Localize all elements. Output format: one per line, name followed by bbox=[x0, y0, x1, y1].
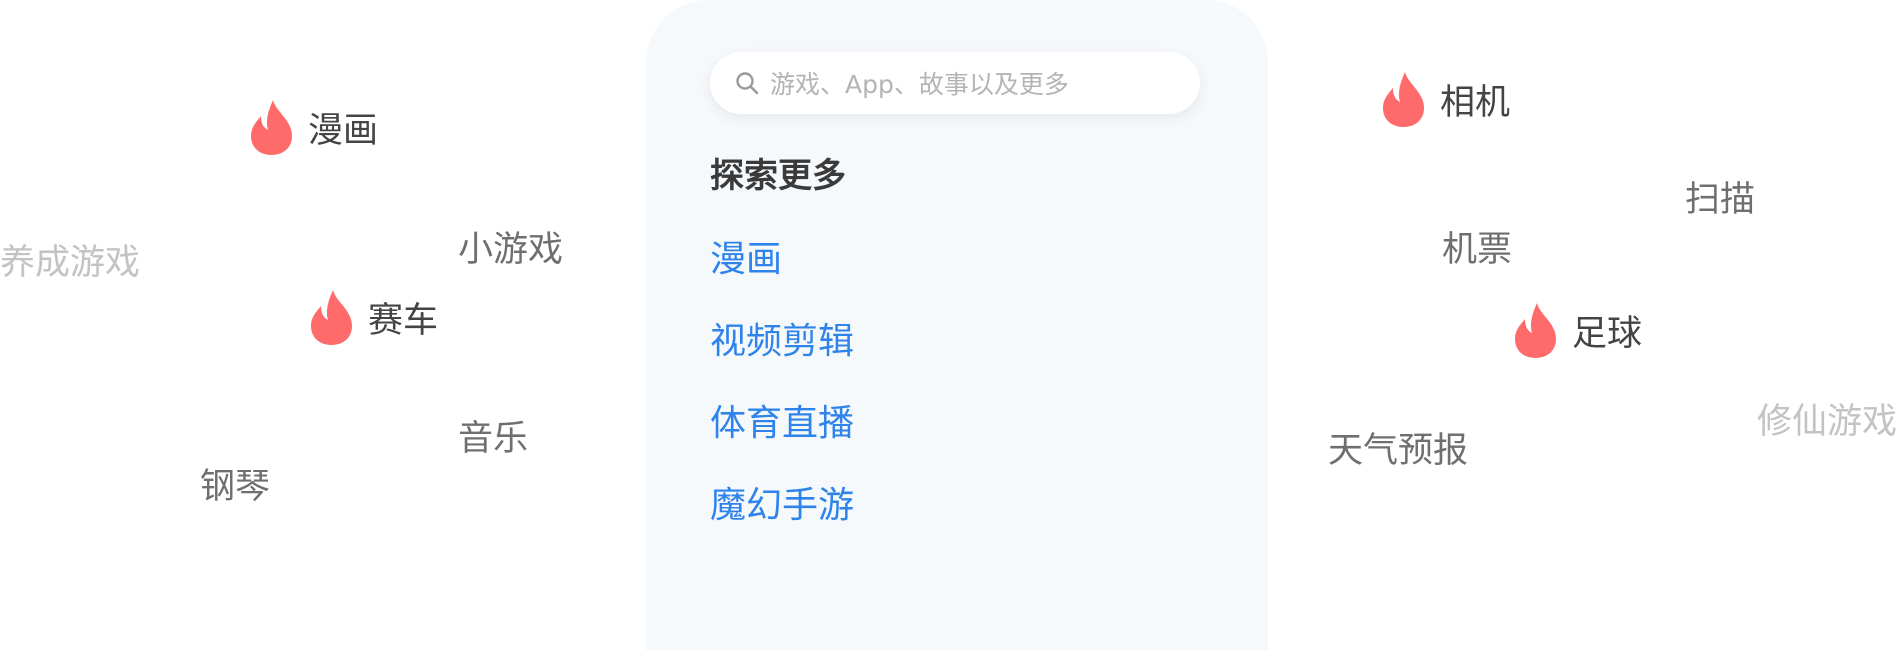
tag-label: 养成游戏 bbox=[0, 243, 141, 283]
explore-panel: 游戏、App、故事以及更多 探索更多 漫画 视频剪辑 体育直播 魔幻手游 bbox=[646, 0, 1268, 650]
tag-label: 相机 bbox=[1440, 82, 1511, 123]
tag-camera[interactable]: 相机 bbox=[1381, 70, 1510, 128]
tag-raising-games[interactable]: 养成游戏 bbox=[0, 234, 140, 285]
flame-icon bbox=[309, 288, 354, 346]
tag-label: 音乐 bbox=[458, 419, 529, 459]
explore-link-sports-live[interactable]: 体育直播 bbox=[710, 394, 854, 446]
explore-title: 探索更多 bbox=[710, 156, 846, 196]
search-placeholder: 游戏、App、故事以及更多 bbox=[770, 70, 1069, 99]
tag-label: 天气预报 bbox=[1328, 431, 1469, 471]
tag-label: 漫画 bbox=[308, 110, 379, 151]
tag-weather[interactable]: 天气预报 bbox=[1328, 422, 1468, 473]
tag-football[interactable]: 足球 bbox=[1513, 301, 1642, 359]
tag-scan[interactable]: 扫描 bbox=[1685, 171, 1755, 222]
tag-label: 赛车 bbox=[368, 300, 439, 341]
tag-label: 足球 bbox=[1572, 313, 1643, 354]
flame-icon bbox=[1513, 301, 1558, 359]
tag-piano[interactable]: 钢琴 bbox=[200, 458, 270, 509]
flame-icon bbox=[249, 98, 294, 156]
flame-icon bbox=[1381, 70, 1426, 128]
tag-label: 小游戏 bbox=[458, 230, 564, 270]
explore-link-fantasy-games[interactable]: 魔幻手游 bbox=[710, 476, 854, 528]
tag-music[interactable]: 音乐 bbox=[458, 410, 528, 461]
explore-link-video-editing[interactable]: 视频剪辑 bbox=[710, 312, 854, 364]
tag-label: 扫描 bbox=[1685, 180, 1756, 220]
tag-flight-tickets[interactable]: 机票 bbox=[1442, 221, 1512, 272]
search-input[interactable]: 游戏、App、故事以及更多 bbox=[710, 52, 1200, 114]
explore-link-comics[interactable]: 漫画 bbox=[710, 230, 782, 282]
tag-label: 钢琴 bbox=[200, 467, 271, 507]
tag-cultivation-games[interactable]: 修仙游戏 bbox=[1757, 393, 1897, 444]
tag-racing[interactable]: 赛车 bbox=[309, 288, 438, 346]
tag-label: 修仙游戏 bbox=[1757, 402, 1898, 442]
tag-comics[interactable]: 漫画 bbox=[249, 98, 378, 156]
search-icon bbox=[734, 70, 760, 96]
tag-label: 机票 bbox=[1442, 230, 1513, 270]
tag-mini-games[interactable]: 小游戏 bbox=[458, 221, 563, 272]
